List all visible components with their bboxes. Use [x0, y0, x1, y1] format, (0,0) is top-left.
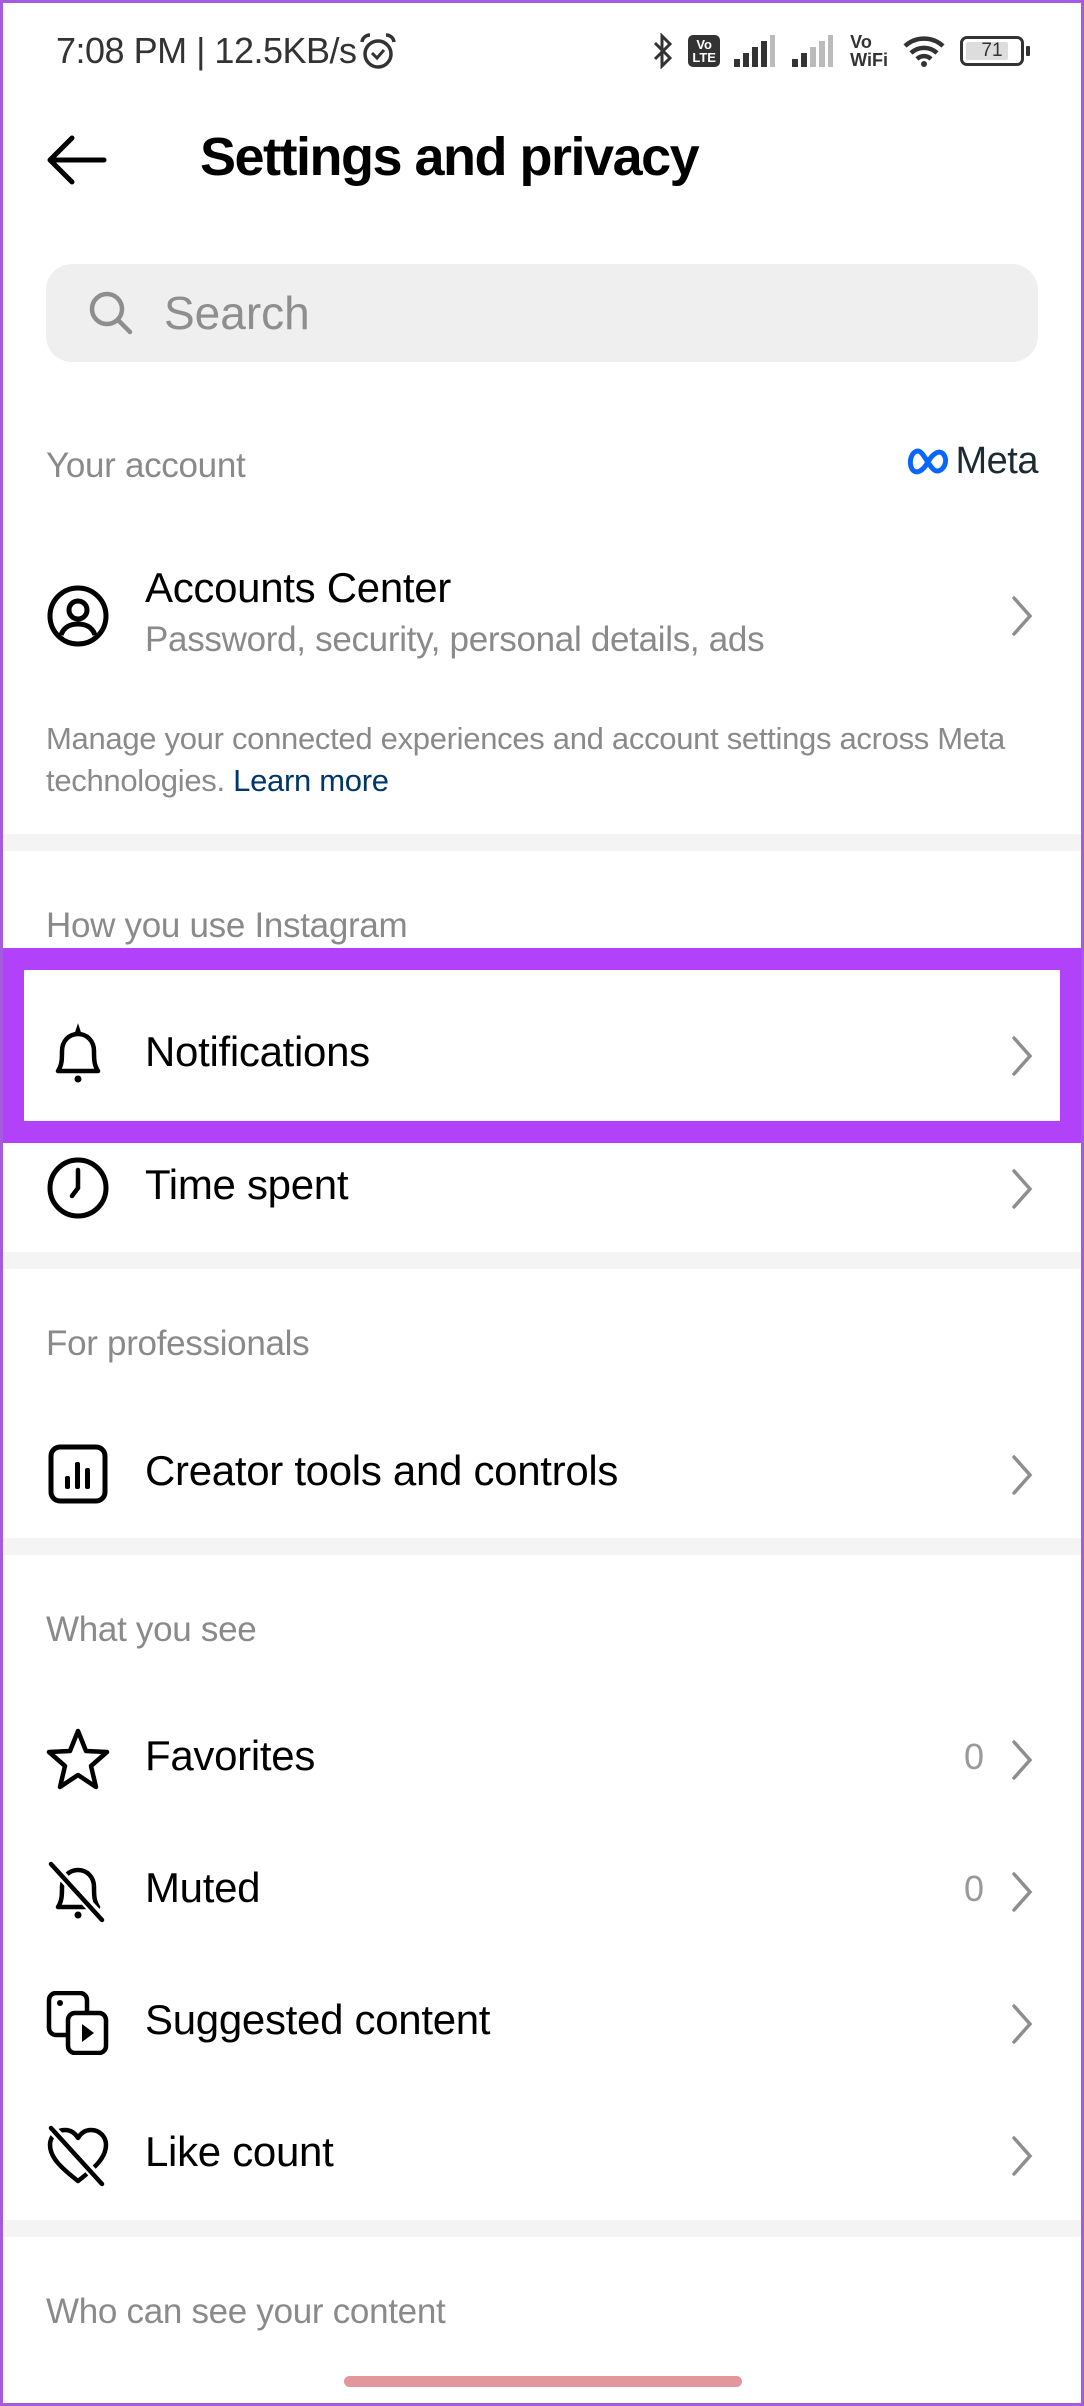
- chevron-right-icon: [1012, 1740, 1033, 1780]
- home-indicator[interactable]: [344, 2376, 742, 2387]
- settings-item-muted[interactable]: Muted 0: [0, 1846, 1084, 1936]
- section-divider: [3, 2220, 1081, 2237]
- wifi-icon: [903, 36, 945, 67]
- learn-more-link[interactable]: Learn more: [233, 763, 389, 798]
- accounts-center-subtitle: Password, security, personal details, ad…: [145, 620, 765, 659]
- accounts-center-description: Manage your connected experiences and ac…: [46, 721, 1006, 798]
- settings-item-label: Notifications: [145, 1028, 370, 1075]
- settings-item-time-spent[interactable]: Time spent: [0, 1143, 1084, 1233]
- app-header: Settings and privacy: [0, 120, 1084, 200]
- settings-item-creator-tools[interactable]: Creator tools and controls: [0, 1429, 1084, 1519]
- vowifi-icon: Vo WiFi: [850, 32, 888, 70]
- page-title: Settings and privacy: [200, 127, 700, 187]
- bell-icon: [46, 1023, 110, 1087]
- settings-item-label: Muted: [145, 1864, 261, 1911]
- section-label-what-you-see: What you see: [46, 1610, 257, 1649]
- favorites-count: 0: [963, 1736, 984, 1777]
- settings-item-suggested-content[interactable]: Suggested content: [0, 1978, 1084, 2068]
- bell-off-icon: [46, 1859, 110, 1923]
- section-label-who-can-see: Who can see your content: [46, 2292, 446, 2331]
- section-divider: [3, 1538, 1081, 1555]
- chevron-right-icon: [1012, 1872, 1033, 1912]
- meta-infinity-icon: [907, 448, 948, 474]
- media-play-icon: [46, 1991, 110, 2055]
- search-icon: [89, 291, 133, 335]
- chevron-right-icon: [1012, 2136, 1033, 2176]
- signal-2-icon: [792, 35, 834, 67]
- meta-brand: Meta: [955, 440, 1039, 482]
- signal-1-icon: [734, 35, 776, 67]
- chevron-right-icon: [1012, 1036, 1033, 1076]
- settings-item-favorites[interactable]: Favorites 0: [0, 1714, 1084, 1804]
- settings-item-label: Like count: [145, 2128, 334, 2175]
- settings-item-label: Creator tools and controls: [145, 1447, 619, 1494]
- status-time: 7:08 PM | 12.5KB/s: [56, 30, 357, 71]
- bluetooth-icon: [654, 33, 673, 69]
- accounts-center-title: Accounts Center: [145, 564, 451, 611]
- accounts-center-row[interactable]: Accounts Center Password, security, pers…: [0, 560, 1084, 670]
- settings-item-notifications[interactable]: Notifications: [0, 1010, 1084, 1100]
- chevron-right-icon: [1012, 1169, 1033, 1209]
- clock-icon: [46, 1156, 110, 1220]
- status-bar: 7:08 PM | 12.5KB/s Vo LTE Vo WiFi 71: [0, 0, 1084, 100]
- search-input[interactable]: Search: [46, 264, 1038, 362]
- settings-item-like-count[interactable]: Like count: [0, 2110, 1084, 2200]
- status-icons: Vo LTE Vo WiFi 71: [652, 26, 1030, 76]
- section-divider: [3, 834, 1081, 851]
- settings-item-label: Time spent: [145, 1161, 349, 1208]
- heart-off-icon: [46, 2123, 110, 2187]
- section-label-your-account: Your account: [46, 446, 246, 485]
- volte-icon: Vo LTE: [688, 35, 721, 67]
- section-label-for-professionals: For professionals: [46, 1324, 310, 1363]
- star-icon: [46, 1727, 110, 1791]
- section-label-how-you-use: How you use Instagram: [46, 906, 408, 945]
- chevron-right-icon: [1012, 2004, 1033, 2044]
- arrow-left-icon[interactable]: [44, 130, 114, 190]
- meta-logo: Meta: [906, 440, 1039, 483]
- battery-icon: 71: [960, 36, 1030, 66]
- chevron-right-icon: [1012, 1455, 1033, 1495]
- settings-item-label: Suggested content: [145, 1996, 491, 2043]
- alarm-icon: [360, 33, 396, 69]
- chevron-right-icon: [1012, 596, 1033, 636]
- chart-bars-icon: [46, 1442, 110, 1506]
- settings-item-label: Favorites: [145, 1732, 316, 1779]
- section-divider: [3, 1252, 1081, 1269]
- user-circle-icon: [46, 584, 110, 648]
- battery-level: 71: [981, 40, 1003, 61]
- search-placeholder: Search: [164, 287, 310, 339]
- muted-count: 0: [963, 1868, 984, 1909]
